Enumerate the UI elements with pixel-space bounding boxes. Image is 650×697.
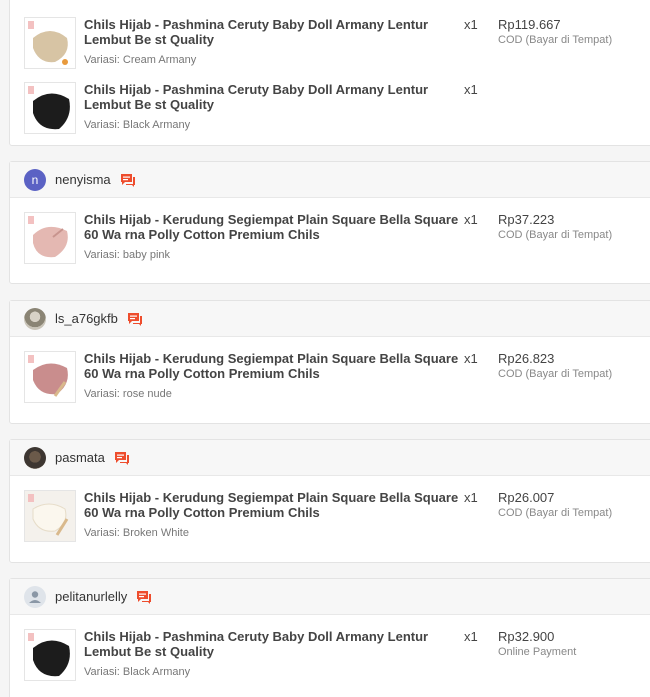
order-item[interactable]: Chils Hijab - Kerudung Segiempat Plain S…	[24, 490, 644, 542]
payment-method: COD (Bayar di Tempat)	[498, 34, 613, 46]
buyer-username[interactable]: ls_a76gkfb	[55, 311, 118, 326]
product-quantity: x1	[464, 17, 478, 32]
product-name[interactable]: Chils Hijab - Pashmina Ceruty Baby Doll …	[84, 629, 462, 659]
order-card: pelitanurlelly Chils Hijab - Pashmina Ce…	[9, 578, 650, 697]
product-thumbnail[interactable]	[24, 629, 76, 681]
order-card: ls_a76gkfb Chils Hijab - Kerudung Segiem…	[9, 300, 650, 424]
product-quantity: x1	[464, 629, 478, 644]
buyer-username[interactable]: pelitanurlelly	[55, 589, 127, 604]
product-variant: Variasi: Broken White	[84, 527, 189, 539]
order-item[interactable]: Chils Hijab - Pashmina Ceruty Baby Doll …	[24, 82, 644, 134]
product-thumbnail[interactable]	[24, 351, 76, 403]
product-quantity: x1	[464, 212, 478, 227]
user-silhouette-icon	[29, 590, 41, 603]
order-price: Rp26.823	[498, 351, 555, 366]
order-price: Rp32.900	[498, 629, 555, 644]
product-name[interactable]: Chils Hijab - Kerudung Segiempat Plain S…	[84, 351, 462, 381]
product-thumbnail[interactable]	[24, 212, 76, 264]
buyer-username[interactable]: nenyisma	[55, 172, 111, 187]
payment-method: COD (Bayar di Tempat)	[498, 507, 613, 519]
order-price: Rp37.223	[498, 212, 555, 227]
product-thumbnail[interactable]	[24, 490, 76, 542]
order-item[interactable]: Chils Hijab - Kerudung Segiempat Plain S…	[24, 351, 644, 403]
product-quantity: x1	[464, 82, 478, 97]
buyer-avatar[interactable]	[24, 585, 46, 608]
payment-method: COD (Bayar di Tempat)	[498, 229, 613, 241]
buyer-avatar[interactable]	[24, 307, 46, 330]
buyer-avatar[interactable]	[24, 446, 46, 469]
order-card-header: pelitanurlelly	[10, 579, 650, 615]
product-quantity: x1	[464, 351, 478, 366]
product-name[interactable]: Chils Hijab - Kerudung Segiempat Plain S…	[84, 490, 462, 520]
product-name[interactable]: Chils Hijab - Pashmina Ceruty Baby Doll …	[84, 82, 462, 112]
product-variant: Variasi: baby pink	[84, 249, 171, 261]
product-thumbnail[interactable]	[24, 17, 76, 69]
product-quantity: x1	[464, 490, 478, 505]
order-card: Chils Hijab - Pashmina Ceruty Baby Doll …	[9, 0, 650, 146]
chat-icon[interactable]	[127, 312, 143, 326]
order-card-header: n nenyisma	[10, 162, 650, 198]
product-name[interactable]: Chils Hijab - Pashmina Ceruty Baby Doll …	[84, 17, 462, 47]
order-price: Rp119.667	[498, 17, 561, 32]
product-variant: Variasi: rose nude	[84, 388, 172, 400]
order-card: n nenyisma Chils Hijab - Kerudung Segiem…	[9, 161, 650, 284]
order-item[interactable]: Chils Hijab - Kerudung Segiempat Plain S…	[24, 212, 644, 264]
buyer-avatar[interactable]: n	[24, 168, 46, 191]
buyer-username[interactable]: pasmata	[55, 450, 105, 465]
order-card-header: pasmata	[10, 440, 650, 476]
order-card-header: ls_a76gkfb	[10, 301, 650, 337]
product-variant: Variasi: Cream Armany	[84, 54, 197, 66]
order-card: pasmata Chils Hijab - Kerudung Segiempat…	[9, 439, 650, 563]
product-name[interactable]: Chils Hijab - Kerudung Segiempat Plain S…	[84, 212, 462, 242]
chat-icon[interactable]	[136, 590, 152, 604]
order-item[interactable]: Chils Hijab - Pashmina Ceruty Baby Doll …	[24, 17, 644, 69]
payment-method: Online Payment	[498, 646, 577, 658]
chat-icon[interactable]	[114, 451, 130, 465]
order-item[interactable]: Chils Hijab - Pashmina Ceruty Baby Doll …	[24, 629, 644, 681]
product-variant: Variasi: Black Armany	[84, 119, 191, 131]
product-variant: Variasi: Black Armany	[84, 666, 191, 678]
product-thumbnail[interactable]	[24, 82, 76, 134]
order-price: Rp26.007	[498, 490, 555, 505]
payment-method: COD (Bayar di Tempat)	[498, 368, 613, 380]
chat-icon[interactable]	[120, 173, 136, 187]
